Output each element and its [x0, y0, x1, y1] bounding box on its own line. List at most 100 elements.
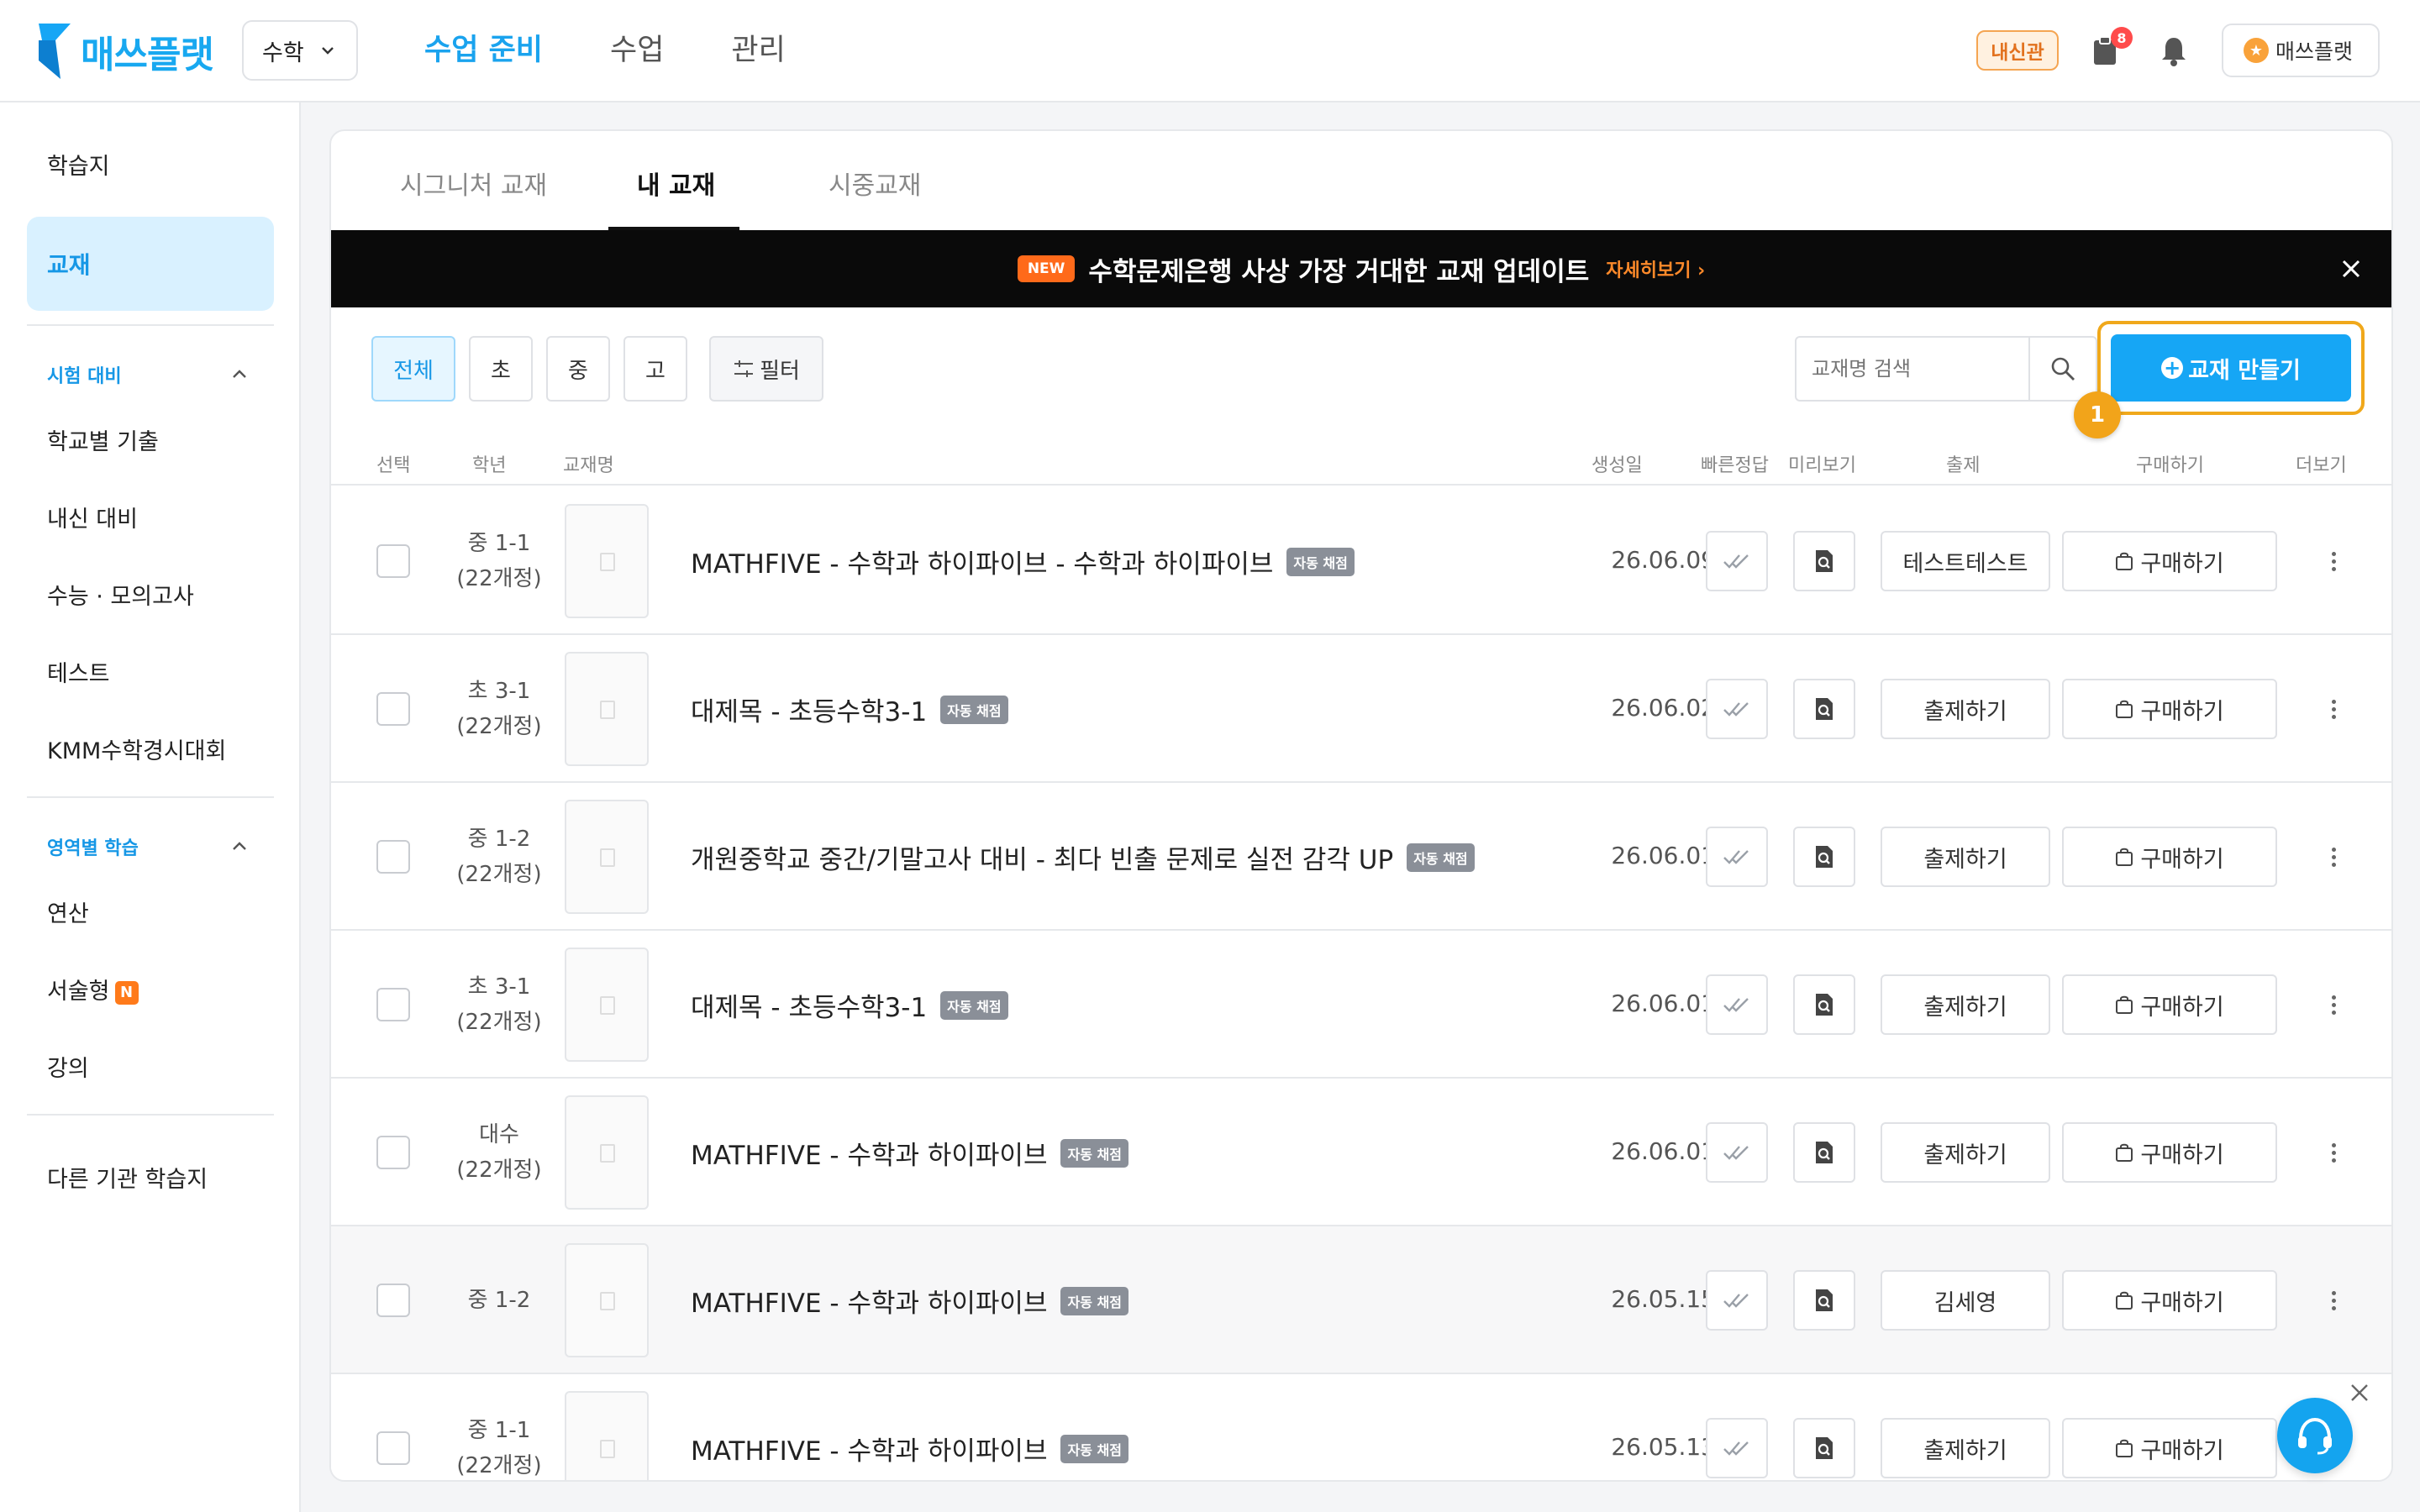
more-icon[interactable] — [2321, 836, 2346, 878]
quick-answer-button[interactable] — [1706, 1122, 1768, 1183]
sidebar-item-essay[interactable]: 서술형 N — [47, 973, 139, 1005]
row-title[interactable]: MATHFIVE - 수학과 하이파이브 — [691, 1282, 1047, 1320]
quick-answer-button[interactable] — [1706, 679, 1768, 739]
chip-high[interactable]: 고 — [623, 336, 687, 402]
publish-button[interactable]: 김세영 — [1881, 1270, 2050, 1331]
search-button[interactable] — [2028, 336, 2097, 402]
filter-button[interactable]: 필터 — [709, 336, 823, 402]
table-row[interactable]: 초 3-1 (22개정) 대제목 - 초등수학3-1 자동 채점 26.06.0… — [331, 635, 2391, 783]
more-icon[interactable] — [2321, 1279, 2346, 1321]
chip-elementary[interactable]: 초 — [469, 336, 533, 402]
help-chat-button[interactable] — [2277, 1398, 2353, 1473]
sidebar-item-test[interactable]: 테스트 — [47, 655, 110, 688]
row-checkbox[interactable] — [376, 1136, 410, 1169]
sidebar-item-kmm[interactable]: KMM수학경시대회 — [47, 732, 226, 765]
banner-link[interactable]: 자세히보기 › — [1606, 255, 1705, 282]
nav-class[interactable]: 수업 — [610, 27, 664, 74]
row-checkbox[interactable] — [376, 692, 410, 726]
buy-button[interactable]: 구매하기 — [2062, 679, 2277, 739]
nav-class-prep[interactable]: 수업 준비 — [424, 27, 543, 74]
tab-market[interactable]: 시중교재 — [829, 165, 921, 202]
row-grade-curriculum: (22개정) — [456, 1010, 542, 1035]
buy-button[interactable]: 구매하기 — [2062, 974, 2277, 1035]
preview-button[interactable] — [1793, 1418, 1855, 1478]
preview-button[interactable] — [1793, 974, 1855, 1035]
table-row[interactable]: 중 1-2 MATHFIVE - 수학과 하이파이브 자동 채점 26.05.1… — [331, 1226, 2391, 1374]
logo[interactable]: 매쓰플랫 — [37, 22, 214, 81]
table-row[interactable]: 초 3-1 (22개정) 대제목 - 초등수학3-1 자동 채점 26.06.0… — [331, 931, 2391, 1079]
sidebar-item-worksheet[interactable]: 학습지 — [47, 148, 110, 181]
sidebar-item-textbook[interactable]: 교재 — [27, 217, 274, 311]
table-row[interactable]: 중 1-1 (22개정) MATHFIVE - 수학과 하이파이브 자동 채점 … — [331, 1374, 2391, 1480]
close-icon[interactable] — [2348, 1381, 2371, 1404]
double-check-icon — [1723, 1441, 1749, 1456]
more-icon[interactable] — [2321, 540, 2346, 582]
more-icon[interactable] — [2321, 1131, 2346, 1173]
table-row[interactable]: 중 1-1 (22개정) MATHFIVE - 수학과 하이파이브 - 수학과 … — [331, 487, 2391, 635]
row-title[interactable]: MATHFIVE - 수학과 하이파이브 - 수학과 하이파이브 — [691, 543, 1273, 580]
close-icon[interactable] — [2339, 257, 2363, 281]
buy-button[interactable]: 구매하기 — [2062, 1122, 2277, 1183]
sidebar-item-lecture[interactable]: 강의 — [47, 1050, 89, 1083]
quick-answer-button[interactable] — [1706, 827, 1768, 887]
create-textbook-label: 교재 만들기 — [2188, 357, 2301, 384]
quick-answer-button[interactable] — [1706, 974, 1768, 1035]
row-title[interactable]: 대제목 - 초등수학3-1 — [691, 690, 927, 728]
row-date: 26.06.01 — [1611, 842, 1716, 869]
row-checkbox[interactable] — [376, 840, 410, 874]
more-icon[interactable] — [2321, 984, 2346, 1026]
quick-answer-button[interactable] — [1706, 1418, 1768, 1478]
buy-button[interactable]: 구매하기 — [2062, 531, 2277, 591]
brand-button[interactable]: ★ 매쓰플랫 — [2222, 24, 2380, 77]
row-checkbox[interactable] — [376, 1284, 410, 1317]
row-title[interactable]: MATHFIVE - 수학과 하이파이브 — [691, 1134, 1047, 1172]
sidebar-section-area[interactable]: 영역별 학습 — [47, 833, 139, 860]
sidebar-item-other-org[interactable]: 다른 기관 학습지 — [47, 1161, 208, 1194]
bell-button[interactable] — [2153, 30, 2195, 72]
more-icon[interactable] — [2321, 688, 2346, 730]
sidebar-item-school-past[interactable]: 학교별 기출 — [47, 423, 159, 456]
preview-button[interactable] — [1793, 679, 1855, 739]
create-textbook-button[interactable]: + 교재 만들기 — [2111, 334, 2351, 402]
double-check-icon — [1723, 702, 1749, 717]
sidebar-item-suneung[interactable]: 수능 · 모의고사 — [47, 578, 194, 611]
publish-button[interactable]: 출제하기 — [1881, 1418, 2050, 1478]
table-row[interactable]: 대수 (22개정) MATHFIVE - 수학과 하이파이브 자동 채점 26.… — [331, 1079, 2391, 1226]
sidebar-item-naesin[interactable]: 내신 대비 — [47, 501, 138, 533]
row-title[interactable]: 대제목 - 초등수학3-1 — [691, 986, 927, 1024]
publish-button[interactable]: 테스트테스트 — [1881, 531, 2050, 591]
quick-answer-button[interactable] — [1706, 1270, 1768, 1331]
subject-select[interactable]: 수학 — [242, 20, 358, 81]
naesin-badge[interactable]: 내신관 — [1976, 30, 2059, 71]
sidebar-item-calc[interactable]: 연산 — [47, 895, 89, 928]
chevron-up-icon[interactable] — [230, 840, 249, 852]
chip-all[interactable]: 전체 — [371, 336, 455, 402]
row-checkbox[interactable] — [376, 1431, 410, 1465]
preview-button[interactable] — [1793, 827, 1855, 887]
preview-button[interactable] — [1793, 531, 1855, 591]
preview-button[interactable] — [1793, 1270, 1855, 1331]
nav-manage[interactable]: 관리 — [731, 27, 785, 74]
buy-button[interactable]: 구매하기 — [2062, 1418, 2277, 1478]
tab-signature[interactable]: 시그니처 교재 — [400, 165, 547, 202]
publish-button[interactable]: 출제하기 — [1881, 974, 2050, 1035]
publish-button[interactable]: 출제하기 — [1881, 1122, 2050, 1183]
row-checkbox[interactable] — [376, 988, 410, 1021]
buy-button[interactable]: 구매하기 — [2062, 1270, 2277, 1331]
row-title[interactable]: 개원중학교 중간/기말고사 대비 - 최다 빈출 문제로 실전 감각 UP — [691, 838, 1393, 876]
chip-middle[interactable]: 중 — [546, 336, 610, 402]
row-checkbox[interactable] — [376, 544, 410, 578]
publish-button[interactable]: 출제하기 — [1881, 827, 2050, 887]
row-grade-curriculum: (22개정) — [456, 714, 542, 739]
table-row[interactable]: 중 1-2 (22개정) 개원중학교 중간/기말고사 대비 - 최다 빈출 문제… — [331, 783, 2391, 931]
tab-bar: 시그니처 교재 내 교재 시중교재 — [331, 131, 2391, 230]
buy-button[interactable]: 구매하기 — [2062, 827, 2277, 887]
quick-answer-button[interactable] — [1706, 531, 1768, 591]
row-title[interactable]: MATHFIVE - 수학과 하이파이브 — [691, 1430, 1047, 1467]
chevron-up-icon[interactable] — [230, 368, 249, 380]
sidebar-section-exam[interactable]: 시험 대비 — [47, 361, 122, 388]
publish-button[interactable]: 출제하기 — [1881, 679, 2050, 739]
search-input[interactable] — [1812, 357, 2022, 381]
tab-my-textbook[interactable]: 내 교재 — [637, 165, 715, 202]
preview-button[interactable] — [1793, 1122, 1855, 1183]
